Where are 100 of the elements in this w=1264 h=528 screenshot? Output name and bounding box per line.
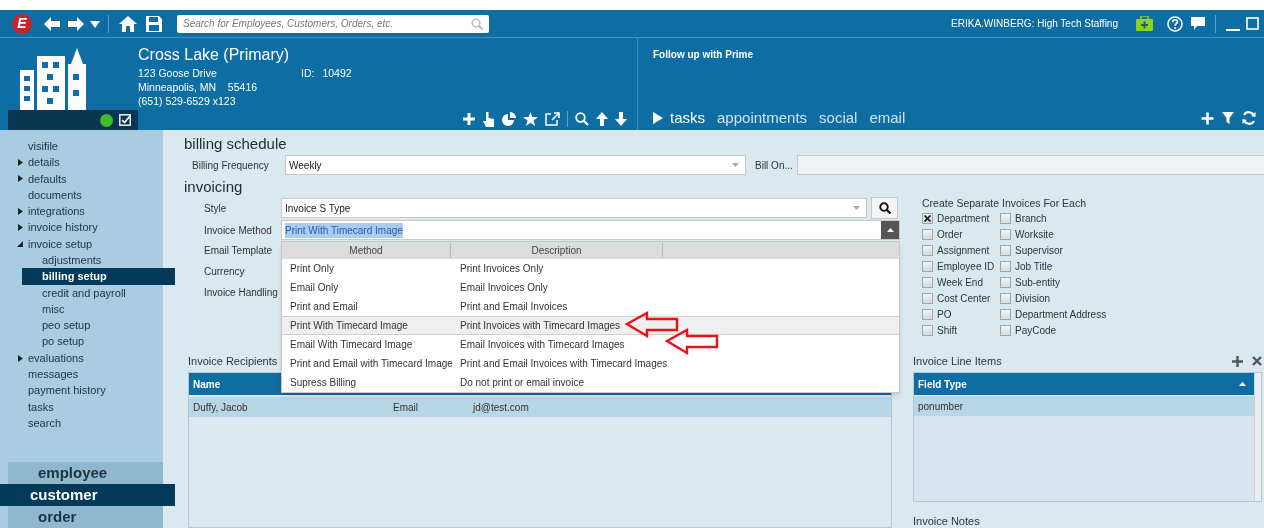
- checkbox[interactable]: [1000, 276, 1011, 288]
- activity-tab[interactable]: tasks: [670, 108, 705, 128]
- help-icon[interactable]: [1167, 15, 1183, 32]
- sidebar-item[interactable]: invoice history: [28, 219, 98, 236]
- table-row[interactable]: Duffy, Jacob Email jd@test.com: [189, 397, 891, 417]
- checkbox[interactable]: [1000, 324, 1011, 336]
- sidebar-item[interactable]: evaluations: [28, 349, 84, 367]
- dropdown-option[interactable]: Print Only Print Invoices Only: [282, 259, 899, 278]
- bill-on-field[interactable]: [797, 155, 1264, 175]
- sidebar-item[interactable]: adjustments: [22, 252, 175, 269]
- dropdown-option[interactable]: Print and Email with Timecard Image Print and Email Invoices with Timecard Images: [282, 354, 899, 373]
- option-method: Print and Email with Timecard Image: [289, 357, 451, 371]
- dropdown-option[interactable]: Email With Timecard Image Email Invoices with Timecard Images: [282, 335, 899, 354]
- column-header[interactable]: Name: [193, 376, 221, 392]
- activity-tab[interactable]: appointments: [717, 108, 808, 128]
- save-icon[interactable]: [146, 15, 162, 32]
- checkbox[interactable]: [1000, 292, 1011, 304]
- checkbox[interactable]: [1000, 244, 1011, 256]
- forward-arrow-icon[interactable]: [68, 16, 84, 31]
- checkbox[interactable]: [922, 260, 933, 272]
- maximize-icon[interactable]: [1246, 17, 1259, 30]
- sidebar-item[interactable]: po setup: [22, 333, 175, 350]
- briefcase-plus-icon[interactable]: [1136, 16, 1153, 31]
- module-tab[interactable]: customer: [0, 484, 175, 506]
- annotation-arrow: [665, 328, 719, 355]
- sidebar-item[interactable]: credit and payroll: [22, 284, 175, 301]
- sidebar-item[interactable]: peo setup: [22, 317, 175, 334]
- dropdown-option[interactable]: Print With Timecard Image Print Invoices with Timecard Images: [282, 316, 899, 335]
- checkbox-label: Division: [1015, 291, 1050, 306]
- sidebar-item[interactable]: search: [28, 414, 62, 432]
- search-field[interactable]: Search for Employees, Customers, Orders, etc.: [177, 14, 489, 33]
- module-tab[interactable]: employee: [8, 462, 163, 484]
- chat-icon[interactable]: [1191, 17, 1205, 30]
- caret-down-icon[interactable]: [17, 240, 23, 247]
- column-header[interactable]: Method: [282, 243, 451, 258]
- sidebar-item[interactable]: visifile: [28, 137, 58, 155]
- sidebar-item[interactable]: payment history: [28, 382, 106, 399]
- checkbox[interactable]: [922, 244, 933, 256]
- checkbox-label: Department Address: [1015, 307, 1107, 322]
- checkbox-icon[interactable]: [119, 114, 131, 126]
- sidebar-item[interactable]: defaults: [28, 170, 67, 187]
- pie-chart-icon[interactable]: [502, 112, 516, 126]
- checkbox[interactable]: [1000, 228, 1011, 240]
- option-description: Print Invoices with Timecard Images: [459, 319, 621, 333]
- activity-tab[interactable]: email: [869, 108, 906, 128]
- pointer-hand-icon[interactable]: [483, 111, 495, 127]
- star-icon[interactable]: [523, 112, 538, 126]
- caret-up-icon[interactable]: [886, 228, 894, 232]
- checkbox-label: PayCode: [1015, 323, 1057, 338]
- sidebar-item[interactable]: invoice setup: [28, 235, 93, 253]
- search-icon[interactable]: [575, 112, 589, 126]
- activity-tab[interactable]: social: [819, 108, 858, 128]
- method-combo[interactable]: Print With Timecard Image: [281, 220, 900, 240]
- column-header[interactable]: Field Type: [918, 376, 967, 392]
- sidebar-item[interactable]: documents: [28, 186, 82, 204]
- checkbox[interactable]: [922, 324, 933, 336]
- add-icon[interactable]: [1232, 355, 1243, 367]
- search-button[interactable]: [871, 197, 898, 219]
- caret-icon[interactable]: [90, 19, 100, 28]
- sidebar-item[interactable]: messages: [28, 366, 79, 383]
- module-tab[interactable]: order: [8, 506, 163, 528]
- external-link-icon[interactable]: [545, 112, 560, 126]
- caret-right-icon[interactable]: [18, 354, 23, 362]
- checkbox[interactable]: [922, 276, 933, 288]
- arrow-up-icon[interactable]: [596, 112, 608, 126]
- section-heading: invoicing: [184, 178, 243, 196]
- column-header[interactable]: Description: [451, 243, 663, 258]
- caret-right-icon[interactable]: [18, 224, 23, 232]
- sidebar-item[interactable]: billing setup: [22, 268, 175, 285]
- checkbox[interactable]: [1000, 212, 1011, 224]
- checkbox[interactable]: [922, 308, 933, 320]
- dropdown-option[interactable]: Email Only Email Invoices Only: [282, 278, 899, 297]
- caret-right-icon[interactable]: [18, 175, 23, 183]
- sort-up-icon[interactable]: [1239, 382, 1246, 386]
- checkbox[interactable]: [1000, 308, 1011, 320]
- close-icon[interactable]: [1252, 356, 1262, 366]
- back-arrow-icon[interactable]: [44, 16, 60, 31]
- home-icon[interactable]: [119, 15, 137, 32]
- sidebar-item[interactable]: misc: [22, 300, 175, 318]
- sidebar-item[interactable]: details: [28, 154, 60, 171]
- scrollbar[interactable]: [1254, 373, 1261, 501]
- dropdown-option[interactable]: Supress Billing Do not print or email invoice: [282, 373, 899, 392]
- checkbox[interactable]: [1000, 260, 1011, 272]
- checkbox[interactable]: [922, 212, 933, 224]
- play-icon[interactable]: [653, 112, 663, 124]
- refresh-icon[interactable]: [1242, 111, 1256, 125]
- checkbox[interactable]: [922, 228, 933, 240]
- caret-right-icon[interactable]: [18, 158, 23, 166]
- frequency-select[interactable]: Weekly: [285, 155, 746, 175]
- arrow-down-icon[interactable]: [615, 112, 627, 126]
- sidebar-item[interactable]: integrations: [28, 203, 85, 220]
- caret-right-icon[interactable]: [18, 207, 23, 215]
- sidebar-item[interactable]: tasks: [28, 398, 54, 416]
- style-select[interactable]: Invoice S Type: [281, 198, 867, 218]
- table-row[interactable]: ponumber: [914, 396, 1254, 416]
- app-logo[interactable]: E: [12, 13, 32, 34]
- address-text: 123 Goose Drive: [138, 66, 218, 80]
- filter-icon[interactable]: [1222, 112, 1234, 124]
- dropdown-option[interactable]: Print and Email Print and Email Invoices: [282, 297, 899, 316]
- checkbox[interactable]: [922, 292, 933, 304]
